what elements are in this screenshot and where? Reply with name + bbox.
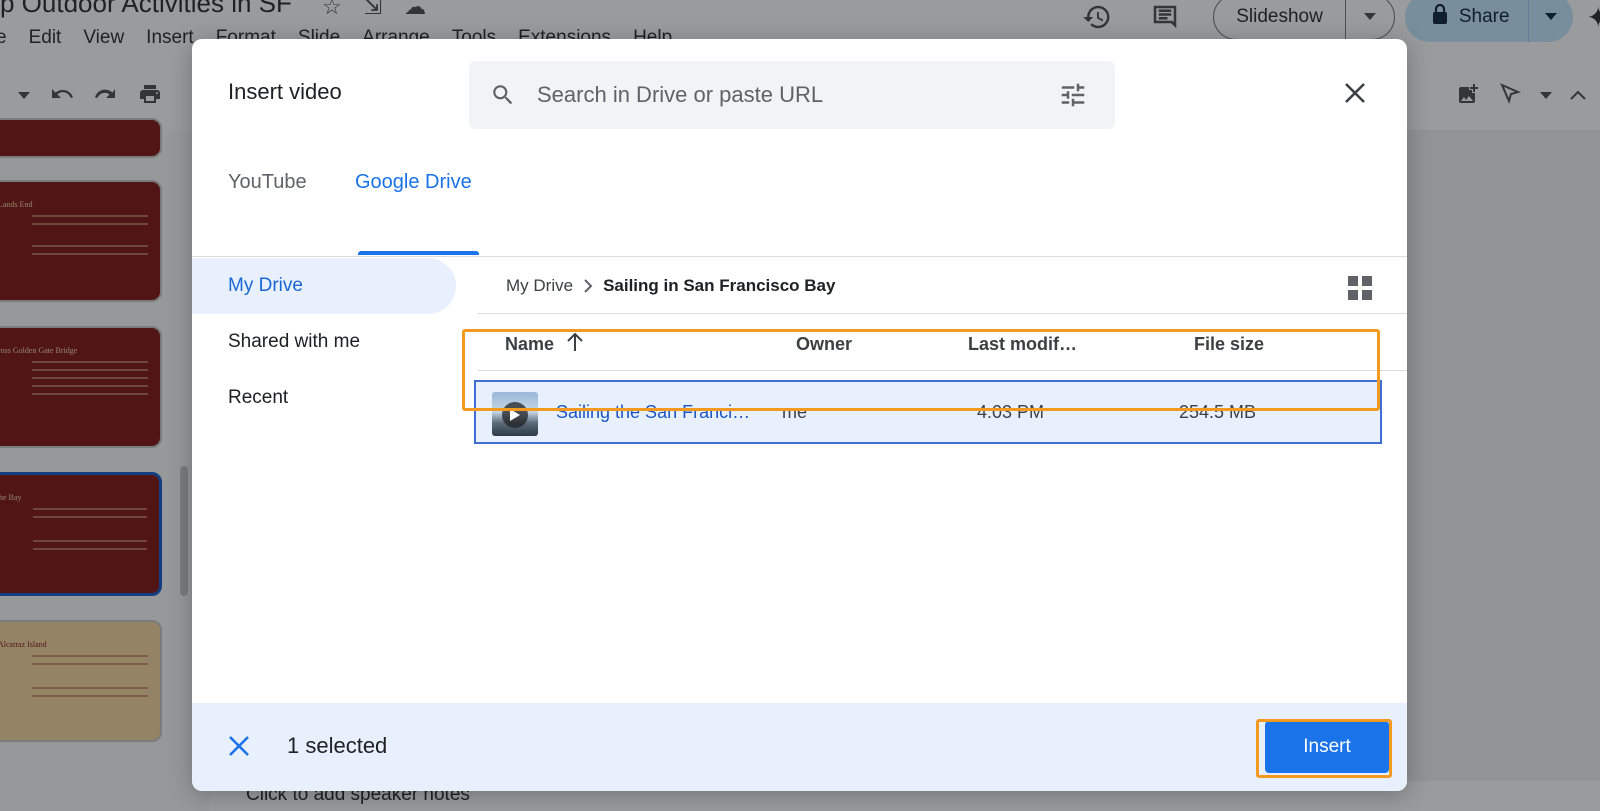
file-size: 254.5 MB [1179, 401, 1257, 422]
nav-item-my-drive[interactable]: My Drive [192, 258, 456, 314]
column-file-size[interactable]: File size [1194, 334, 1264, 355]
file-browser: My Drive Sailing in San Francisco Bay Na… [474, 258, 1407, 705]
insert-video-dialog: Insert video YouTube Google Drive My Dri… [192, 39, 1407, 791]
table-header: Name Owner Last modif… File size [478, 313, 1407, 371]
file-modified: 4:03 PM [977, 401, 1045, 422]
breadcrumb: My Drive Sailing in San Francisco Bay [506, 276, 835, 296]
search-input[interactable] [537, 82, 1053, 108]
close-icon [1345, 83, 1365, 103]
clear-selection-button[interactable] [222, 729, 256, 763]
drive-nav: My Drive Shared with me Recent [192, 258, 458, 426]
insert-button[interactable]: Insert [1265, 721, 1389, 773]
nav-item-shared-with-me[interactable]: Shared with me [192, 314, 458, 370]
dialog-title: Insert video [228, 79, 342, 104]
search-icon [489, 81, 517, 109]
table-row[interactable]: Sailing the San Francis… me 4:03 PM 254.… [474, 380, 1382, 444]
tab-youtube[interactable]: YouTube [228, 171, 307, 194]
file-name[interactable]: Sailing the San Francis… [556, 402, 756, 423]
clear-selection-icon [229, 736, 249, 756]
source-tabs: YouTube Google Drive [192, 157, 1407, 257]
chevron-right-icon [583, 279, 593, 293]
search-options-icon[interactable] [1053, 75, 1093, 115]
selected-count: 1 selected [287, 733, 388, 758]
grid-view-icon[interactable] [1343, 271, 1377, 305]
breadcrumb-current-folder: Sailing in San Francisco Bay [603, 276, 836, 295]
file-owner: me [782, 401, 808, 422]
column-name[interactable]: Name [505, 332, 584, 357]
sort-ascending-icon[interactable] [566, 332, 584, 357]
search-bar[interactable] [469, 61, 1115, 129]
active-tab-indicator [358, 251, 479, 255]
tab-google-drive[interactable]: Google Drive [355, 171, 472, 194]
video-thumbnail [492, 392, 538, 436]
breadcrumb-my-drive[interactable]: My Drive [506, 276, 573, 296]
column-owner[interactable]: Owner [796, 334, 852, 355]
column-last-modified[interactable]: Last modif… [968, 334, 1077, 355]
close-dialog-button[interactable] [1333, 71, 1377, 115]
nav-item-recent[interactable]: Recent [192, 370, 458, 426]
selection-footer: 1 selected Insert [192, 703, 1407, 791]
play-icon [502, 402, 528, 428]
